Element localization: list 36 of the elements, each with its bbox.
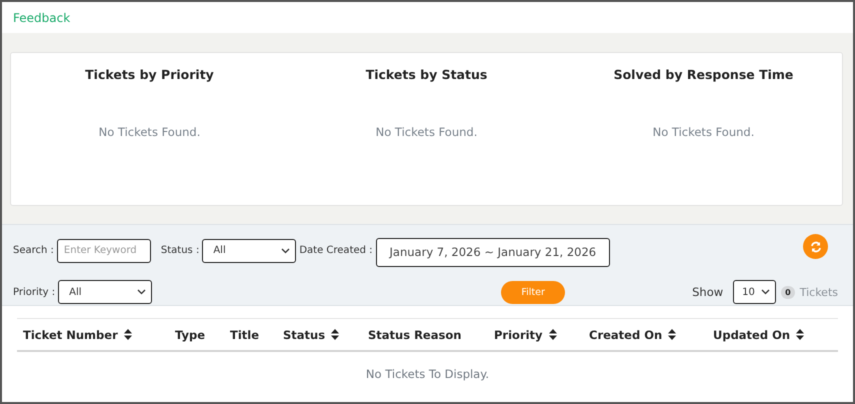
priority-dropdown[interactable]: All	[58, 280, 152, 304]
column-header[interactable]: Status Reason	[368, 328, 462, 342]
column-header[interactable]: Status	[283, 328, 326, 342]
column-header[interactable]: Priority	[494, 328, 543, 342]
sort-icon[interactable]	[668, 329, 676, 340]
empty-table-message: No Tickets To Display.	[366, 367, 490, 381]
chart-title: Tickets by Priority	[85, 67, 214, 82]
page-size-dropdown[interactable]: 10	[733, 280, 776, 304]
empty-message: No Tickets Found.	[376, 125, 478, 139]
sort-icon[interactable]	[796, 329, 804, 340]
column-header[interactable]: Created On	[589, 328, 662, 342]
empty-message: No Tickets Found.	[652, 125, 754, 139]
tickets-label: Tickets	[800, 286, 838, 299]
empty-message: No Tickets Found.	[98, 125, 200, 139]
sort-icon[interactable]	[548, 329, 557, 340]
chart-title: Tickets by Status	[366, 67, 488, 82]
refresh-icon	[810, 240, 822, 252]
column-header[interactable]: Title	[230, 328, 260, 342]
search-field[interactable]: Enter Keyword	[56, 238, 151, 263]
status-dropdown[interactable]: All	[202, 238, 296, 263]
column-header[interactable]: Type	[175, 328, 206, 342]
chevron-down-icon	[761, 289, 770, 296]
show-label: Show	[692, 285, 724, 300]
column-header[interactable]: Updated On	[713, 328, 790, 342]
chevron-down-icon	[281, 248, 290, 254]
priority-label: Priority :	[13, 286, 56, 298]
column-header[interactable]: Ticket Number	[23, 328, 118, 342]
date-label: Date Created :	[299, 245, 373, 256]
sort-icon[interactable]	[331, 329, 340, 340]
date-range-field[interactable]: January 7, 2026 ~ January 21, 2026	[376, 238, 610, 267]
search-label: Search :	[13, 245, 54, 256]
sort-icon[interactable]	[124, 329, 132, 340]
status-label: Status :	[160, 245, 200, 256]
chart-title: Solved by Response Time	[614, 67, 794, 82]
chevron-down-icon	[137, 289, 146, 296]
count-badge: 0	[781, 286, 795, 299]
